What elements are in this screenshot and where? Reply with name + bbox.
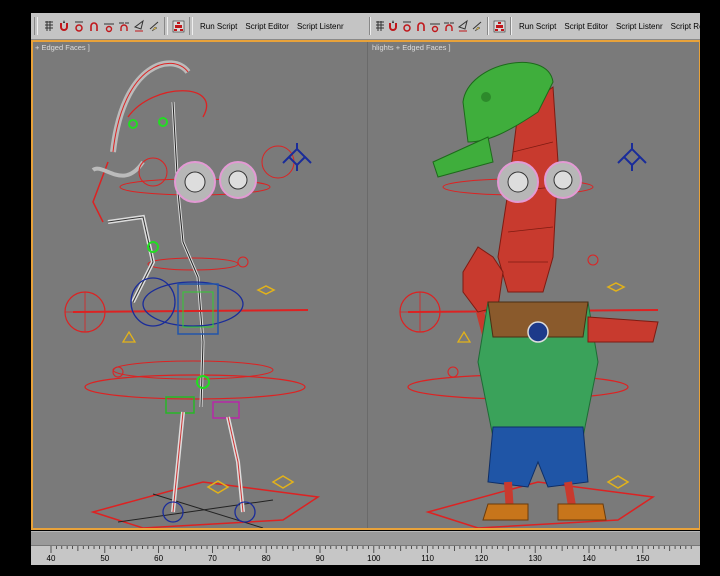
snap-magnet-icon[interactable] — [387, 18, 399, 34]
script-listener-button[interactable]: Script Listenr — [612, 22, 667, 31]
snap-magnet-icon[interactable] — [57, 18, 70, 34]
link-icon[interactable] — [429, 18, 441, 34]
track-bar-ruler[interactable]: 40 50 60 70 80 90 100 110 120 130 140 150 — [31, 545, 700, 565]
select-arrow-icon[interactable] — [457, 18, 469, 34]
toolbar-separator — [164, 17, 168, 35]
ruler-tick-label: 140 — [582, 554, 596, 563]
bind-space-warp-icon[interactable] — [471, 18, 483, 34]
ruler-tick-label: 40 — [46, 554, 56, 563]
viewport-area: + Edged Faces ] hlights + Edged Faces] — [31, 40, 700, 530]
vertex-snap-icon[interactable] — [401, 18, 413, 34]
ruler-tick-label: 80 — [261, 554, 271, 563]
main-toolbar-left: Run Script Script Editor Script Listenr — [31, 13, 366, 40]
vertex-snap-icon[interactable] — [72, 18, 85, 34]
ruler-tick-label: 120 — [474, 554, 489, 563]
pivot-snap-icon[interactable] — [87, 18, 100, 34]
max-application: Run Script Script Editor Script Listenr … — [0, 0, 720, 576]
script-listener-button[interactable]: Script Listenr — [293, 22, 348, 31]
pivot-snap-icon[interactable] — [415, 18, 427, 34]
toolbar-separator — [487, 17, 489, 35]
ruler-tick-label: 110 — [421, 554, 434, 563]
character-shaded-render — [399, 61, 659, 528]
run-script-button[interactable]: Run Script — [515, 22, 560, 31]
ruler-tick-label: 150 — [636, 554, 650, 563]
ruler-tick-label: 50 — [100, 554, 110, 563]
ruler-tick-label: 130 — [528, 554, 542, 563]
viewport-right[interactable]: hlights + Edged Faces ] — [367, 42, 699, 528]
grid-icon[interactable] — [375, 18, 385, 34]
toolbar-separator — [189, 17, 193, 35]
run-script-button[interactable]: Run Script — [196, 22, 241, 31]
toolbar-separator — [510, 17, 512, 35]
ruler-tick-label: 70 — [207, 554, 217, 563]
toolbar-separator — [369, 17, 371, 35]
script-editor-button[interactable]: Script Editor — [241, 22, 293, 31]
skeleton-rig-render — [64, 60, 321, 528]
schematic-icon[interactable] — [493, 18, 506, 34]
select-arrow-icon[interactable] — [132, 18, 145, 34]
viewport-left[interactable]: + Edged Faces ] — [33, 42, 367, 528]
grid-icon[interactable] — [42, 18, 55, 34]
ruler-ticks — [50, 546, 692, 553]
ruler-tick-label: 60 — [154, 554, 164, 563]
unlink-icon[interactable] — [443, 18, 455, 34]
unlink-icon[interactable] — [117, 18, 130, 34]
bind-space-warp-icon[interactable] — [147, 18, 160, 34]
toolbar-separator — [34, 17, 38, 35]
main-toolbar-right: XY Run Script Script Editor Script Liste… — [366, 13, 720, 40]
ruler-tick-label: 100 — [367, 554, 381, 563]
link-icon[interactable] — [102, 18, 115, 34]
coord-label: XY — [711, 14, 720, 23]
ruler-tick-label: 90 — [315, 554, 325, 563]
time-slider-track[interactable] — [31, 531, 700, 546]
script-reference-button[interactable]: Script Ref — [667, 22, 710, 31]
schematic-icon[interactable] — [172, 18, 185, 34]
script-editor-button[interactable]: Script Editor — [560, 22, 612, 31]
